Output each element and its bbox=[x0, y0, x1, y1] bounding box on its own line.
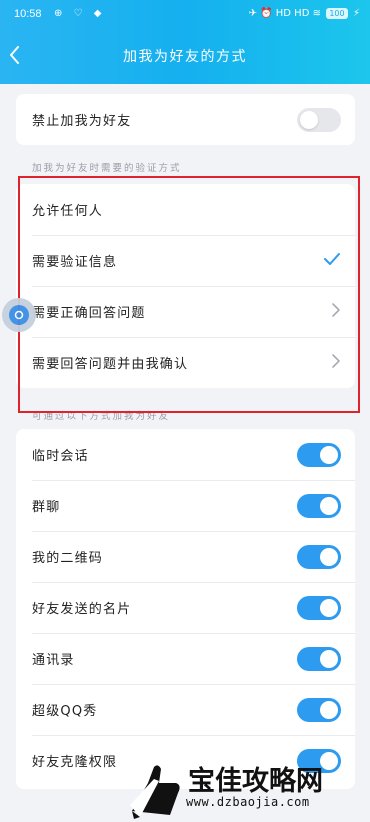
source-label: 通讯录 bbox=[32, 653, 75, 668]
source-label: 超级QQ秀 bbox=[32, 704, 98, 719]
source-row-address-book: 通讯录 bbox=[16, 633, 355, 684]
toggle-knob bbox=[320, 445, 338, 464]
super-qq-show-toggle[interactable] bbox=[297, 697, 341, 722]
toggle-knob bbox=[320, 700, 338, 719]
source-label: 我的二维码 bbox=[32, 551, 104, 566]
highlight-annotation-box bbox=[18, 176, 360, 413]
source-row-temp-chat: 临时会话 bbox=[16, 429, 355, 480]
toggle-knob bbox=[320, 598, 338, 617]
block-friends-card: 禁止加我为好友 bbox=[16, 94, 355, 145]
page-title: 加我为好友的方式 bbox=[123, 49, 247, 65]
thumbs-up-logo-icon bbox=[130, 765, 180, 819]
toggle-knob bbox=[300, 110, 318, 129]
toggle-knob bbox=[320, 547, 338, 566]
floating-assistive-button[interactable] bbox=[2, 298, 36, 332]
header-bar: 10:58 ⊕ ♡ ◆ ✈ ⏰ HD HD ≋ 100 ⚡ 加我为好友的方式 bbox=[0, 0, 370, 84]
site-watermark: 宝佳攻略网 www.dzbaojia.com bbox=[118, 755, 370, 822]
group-chat-toggle[interactable] bbox=[297, 493, 341, 518]
temp-chat-toggle[interactable] bbox=[297, 442, 341, 467]
block-friends-toggle[interactable] bbox=[297, 107, 341, 132]
status-right-icons: ✈ ⏰ HD HD ≋ 100 ⚡ bbox=[249, 8, 360, 19]
contact-card-toggle[interactable] bbox=[297, 595, 341, 620]
toggle-knob bbox=[320, 649, 338, 668]
friend-sources-card: 临时会话 群聊 我的二维码 好友发送的名片 通讯录 超级QQ秀 好友克隆权限 bbox=[16, 429, 355, 789]
verify-section-label: 加我为好友时需要的验证方式 bbox=[32, 163, 182, 174]
source-row-super-qq-show: 超级QQ秀 bbox=[16, 684, 355, 735]
block-friends-label: 禁止加我为好友 bbox=[32, 114, 132, 129]
watermark-title: 宝佳攻略网 bbox=[188, 766, 323, 797]
source-row-group-chat: 群聊 bbox=[16, 480, 355, 531]
qr-code-toggle[interactable] bbox=[297, 544, 341, 569]
nav-bar: 加我为好友的方式 bbox=[0, 36, 370, 76]
watermark-url: www.dzbaojia.com bbox=[186, 795, 310, 809]
status-time: 10:58 bbox=[14, 8, 42, 20]
source-label: 好友发送的名片 bbox=[32, 602, 132, 617]
assistive-icon bbox=[9, 305, 29, 325]
signal-wifi-icons: ✈ ⏰ HD HD ≋ bbox=[248, 8, 321, 19]
battery-icon: 100 bbox=[325, 8, 348, 19]
toggle-knob bbox=[320, 496, 338, 515]
address-book-toggle[interactable] bbox=[297, 646, 341, 671]
charging-icon: ⚡ bbox=[352, 8, 360, 19]
notification-icons: ⊕ ♡ ◆ bbox=[54, 8, 106, 19]
source-row-qr-code: 我的二维码 bbox=[16, 531, 355, 582]
source-label: 群聊 bbox=[32, 500, 61, 515]
status-bar: 10:58 ⊕ ♡ ◆ ✈ ⏰ HD HD ≋ 100 ⚡ bbox=[0, 0, 370, 30]
block-friends-row: 禁止加我为好友 bbox=[16, 94, 355, 145]
source-row-contact-card: 好友发送的名片 bbox=[16, 582, 355, 633]
source-label: 临时会话 bbox=[32, 449, 89, 464]
source-label: 好友克隆权限 bbox=[32, 755, 118, 770]
